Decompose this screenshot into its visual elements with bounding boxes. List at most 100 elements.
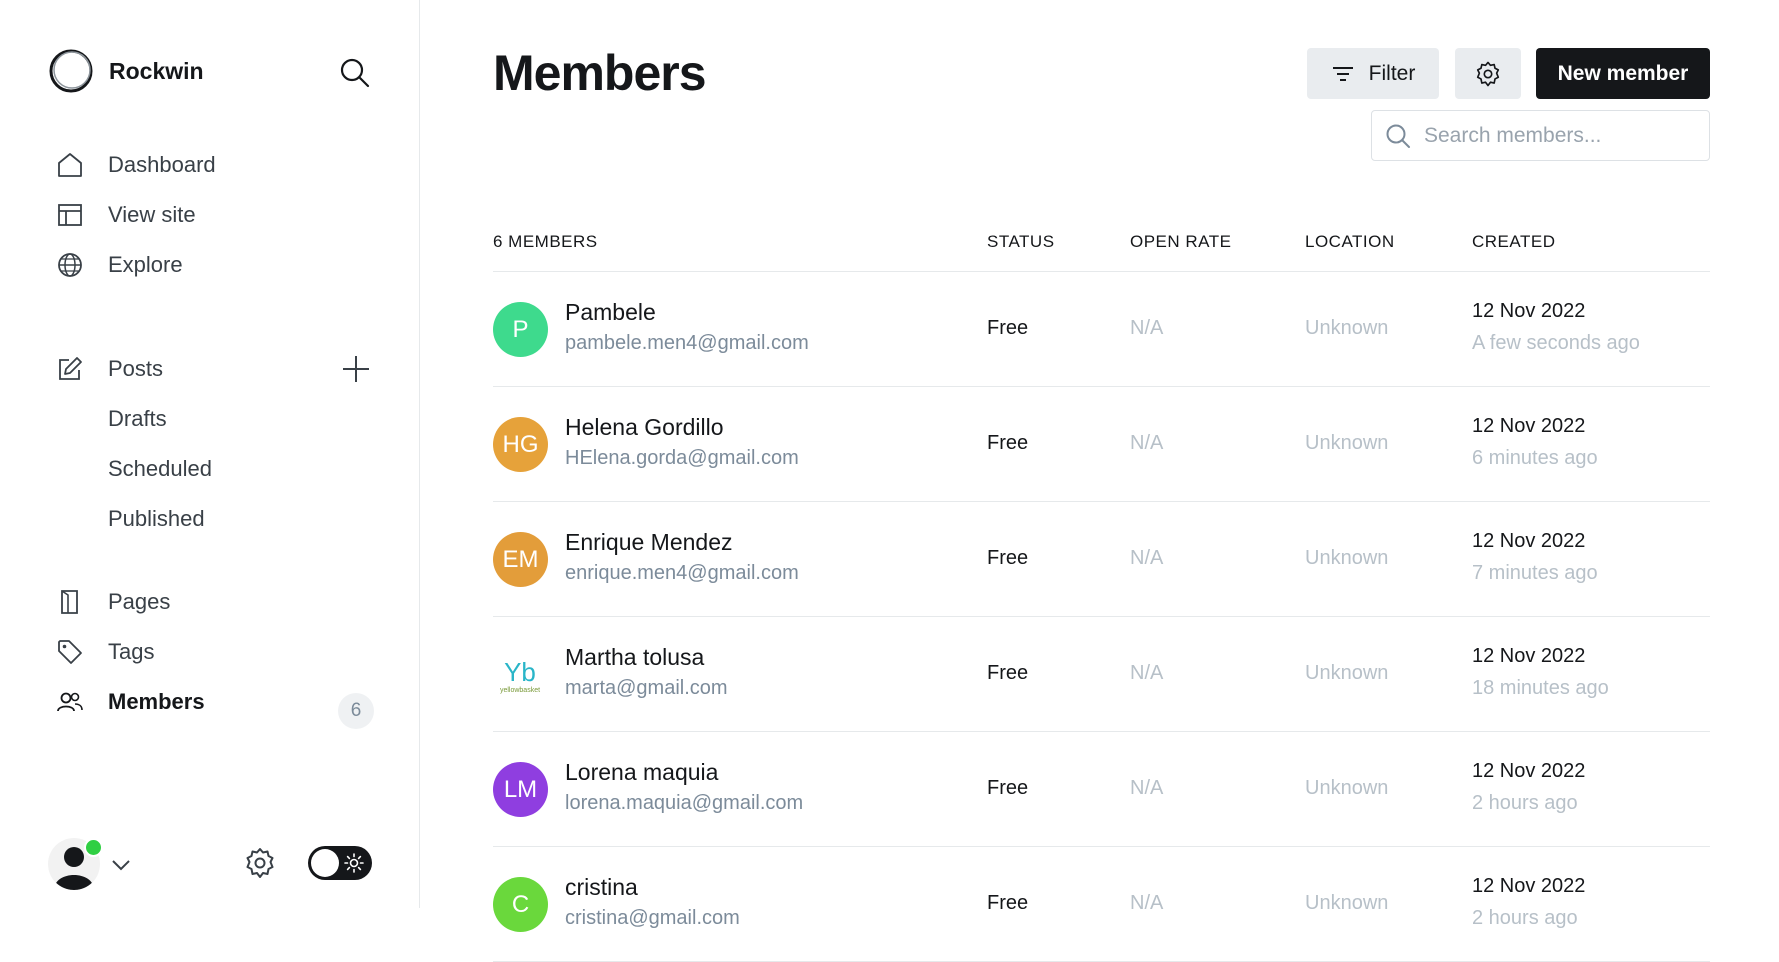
member-name[interactable]: Pambele	[565, 299, 656, 326]
members-count-badge: 6	[338, 693, 374, 729]
member-avatar: LM	[493, 762, 548, 817]
member-name[interactable]: Martha tolusa	[565, 644, 704, 671]
table-row[interactable]: LM Lorena maquia lorena.maquia@gmail.com Fr…	[493, 732, 1710, 847]
member-location: Unknown	[1305, 317, 1389, 339]
member-open-rate: N/A	[1130, 317, 1164, 339]
sidebar-item-label: Dashboard	[108, 152, 216, 177]
member-location: Unknown	[1305, 777, 1389, 799]
table-row[interactable]: P Pambele pambele.men4@gmail.com Free N/A Unk…	[493, 272, 1710, 387]
layout-icon	[56, 201, 84, 229]
sidebar-item-label: Pages	[108, 589, 171, 614]
member-status: Free	[987, 547, 1029, 569]
sidebar-item-label: Drafts	[108, 406, 167, 431]
member-created-relative: A few seconds ago	[1472, 332, 1640, 354]
users-icon	[56, 688, 84, 716]
member-created-relative: 6 minutes ago	[1472, 447, 1598, 469]
toggle-knob	[311, 849, 339, 877]
sidebar-item-label: Posts	[108, 356, 164, 381]
column-header-open-rate[interactable]: OPEN RATE	[1130, 232, 1231, 252]
column-header-status[interactable]: STATUS	[987, 232, 1055, 252]
main-content: Members Filter New member 6 MEMBERS STAT…	[420, 0, 1779, 962]
member-created-date: 12 Nov 2022	[1472, 875, 1586, 897]
filter-button[interactable]: Filter	[1307, 48, 1439, 99]
new-member-button[interactable]: New member	[1536, 48, 1710, 99]
member-avatar: Yb yellowbasket	[493, 647, 548, 702]
member-name[interactable]: Helena Gordillo	[565, 414, 724, 441]
member-status: Free	[987, 892, 1029, 914]
edit-icon	[56, 355, 84, 383]
member-created-date: 12 Nov 2022	[1472, 300, 1586, 322]
member-status: Free	[987, 317, 1029, 339]
column-header-created[interactable]: CREATED	[1472, 232, 1555, 252]
member-location: Unknown	[1305, 892, 1389, 914]
member-email: pambele.men4@gmail.com	[565, 332, 809, 354]
member-name[interactable]: Enrique Mendez	[565, 529, 733, 556]
sidebar-item-label: Published	[108, 506, 205, 531]
member-open-rate: N/A	[1130, 892, 1164, 914]
members-search[interactable]	[1371, 110, 1710, 161]
online-status-dot	[84, 838, 103, 857]
page-title: Members	[493, 45, 707, 101]
settings-gear-icon[interactable]	[243, 846, 277, 880]
brand-logo-icon	[49, 49, 93, 93]
svg-text:Yb: Yb	[504, 657, 536, 687]
member-open-rate: N/A	[1130, 432, 1164, 454]
member-logo: Ybyellowbasket	[500, 657, 540, 694]
sidebar: Rockwin Dashboard View site Explore Post…	[0, 0, 420, 908]
sidebar-item-posts[interactable]: Posts	[56, 349, 376, 389]
member-status: Free	[987, 777, 1029, 799]
member-email: HElena.gorda@gmail.com	[565, 447, 799, 469]
member-created-date: 12 Nov 2022	[1472, 645, 1586, 667]
member-open-rate: N/A	[1130, 777, 1164, 799]
tag-icon	[56, 638, 84, 666]
member-created-relative: 2 hours ago	[1472, 907, 1578, 929]
member-created-relative: 7 minutes ago	[1472, 562, 1598, 584]
theme-toggle[interactable]	[308, 846, 372, 880]
sidebar-item-pages[interactable]: Pages	[56, 582, 376, 622]
sidebar-item-dashboard[interactable]: Dashboard	[56, 145, 376, 185]
sidebar-item-drafts[interactable]: Drafts	[56, 399, 376, 439]
members-settings-button[interactable]	[1455, 48, 1521, 99]
search-icon[interactable]	[338, 56, 372, 90]
member-name[interactable]: Lorena maquia	[565, 759, 718, 786]
sidebar-item-explore[interactable]: Explore	[56, 245, 376, 285]
sidebar-item-published[interactable]: Published	[56, 499, 376, 539]
member-avatar: C	[493, 877, 548, 932]
table-row[interactable]: Yb yellowbasket Martha tolusa marta@gmail.c…	[493, 617, 1710, 732]
member-avatar: HG	[493, 417, 548, 472]
member-status: Free	[987, 662, 1029, 684]
sidebar-item-scheduled[interactable]: Scheduled	[56, 449, 376, 489]
column-header-location[interactable]: LOCATION	[1305, 232, 1395, 252]
globe-icon	[56, 251, 84, 279]
table-row[interactable]: HG Helena Gordillo HElena.gorda@gmail.com F…	[493, 387, 1710, 502]
member-created-relative: 2 hours ago	[1472, 792, 1578, 814]
member-name[interactable]: cristina	[565, 874, 638, 901]
table-row[interactable]: EM Enrique Mendez enrique.men4@gmail.com Fr…	[493, 502, 1710, 617]
member-created-date: 12 Nov 2022	[1472, 415, 1586, 437]
member-avatar: P	[493, 302, 548, 357]
gear-icon	[1476, 61, 1500, 86]
search-input[interactable]	[1422, 122, 1696, 149]
svg-text:yellowbasket: yellowbasket	[500, 687, 540, 694]
chevron-down-icon[interactable]	[108, 852, 134, 878]
column-header-members: 6 MEMBERS	[493, 232, 598, 251]
sidebar-item-members[interactable]: Members	[56, 682, 376, 722]
sidebar-item-label: Members	[108, 689, 205, 714]
sidebar-item-tags[interactable]: Tags	[56, 632, 376, 672]
sidebar-item-label: Scheduled	[108, 456, 212, 481]
member-location: Unknown	[1305, 547, 1389, 569]
member-email: enrique.men4@gmail.com	[565, 562, 799, 584]
member-created-date: 12 Nov 2022	[1472, 760, 1586, 782]
brand-name: Rockwin	[109, 57, 204, 84]
add-post-icon[interactable]	[340, 353, 372, 385]
member-email: lorena.maquia@gmail.com	[565, 792, 804, 814]
filter-button-label: Filter	[1368, 61, 1416, 85]
member-location: Unknown	[1305, 662, 1389, 684]
brand[interactable]: Rockwin	[48, 48, 204, 94]
member-status: Free	[987, 432, 1029, 454]
sidebar-item-label: View site	[108, 202, 196, 227]
sidebar-item-view-site[interactable]: View site	[56, 195, 376, 235]
table-row[interactable]: Ccristina cristina@gmail.com Free N/A Unknow…	[493, 847, 1710, 962]
member-email: cristina@gmail.com	[565, 907, 740, 929]
member-open-rate: N/A	[1130, 662, 1164, 684]
